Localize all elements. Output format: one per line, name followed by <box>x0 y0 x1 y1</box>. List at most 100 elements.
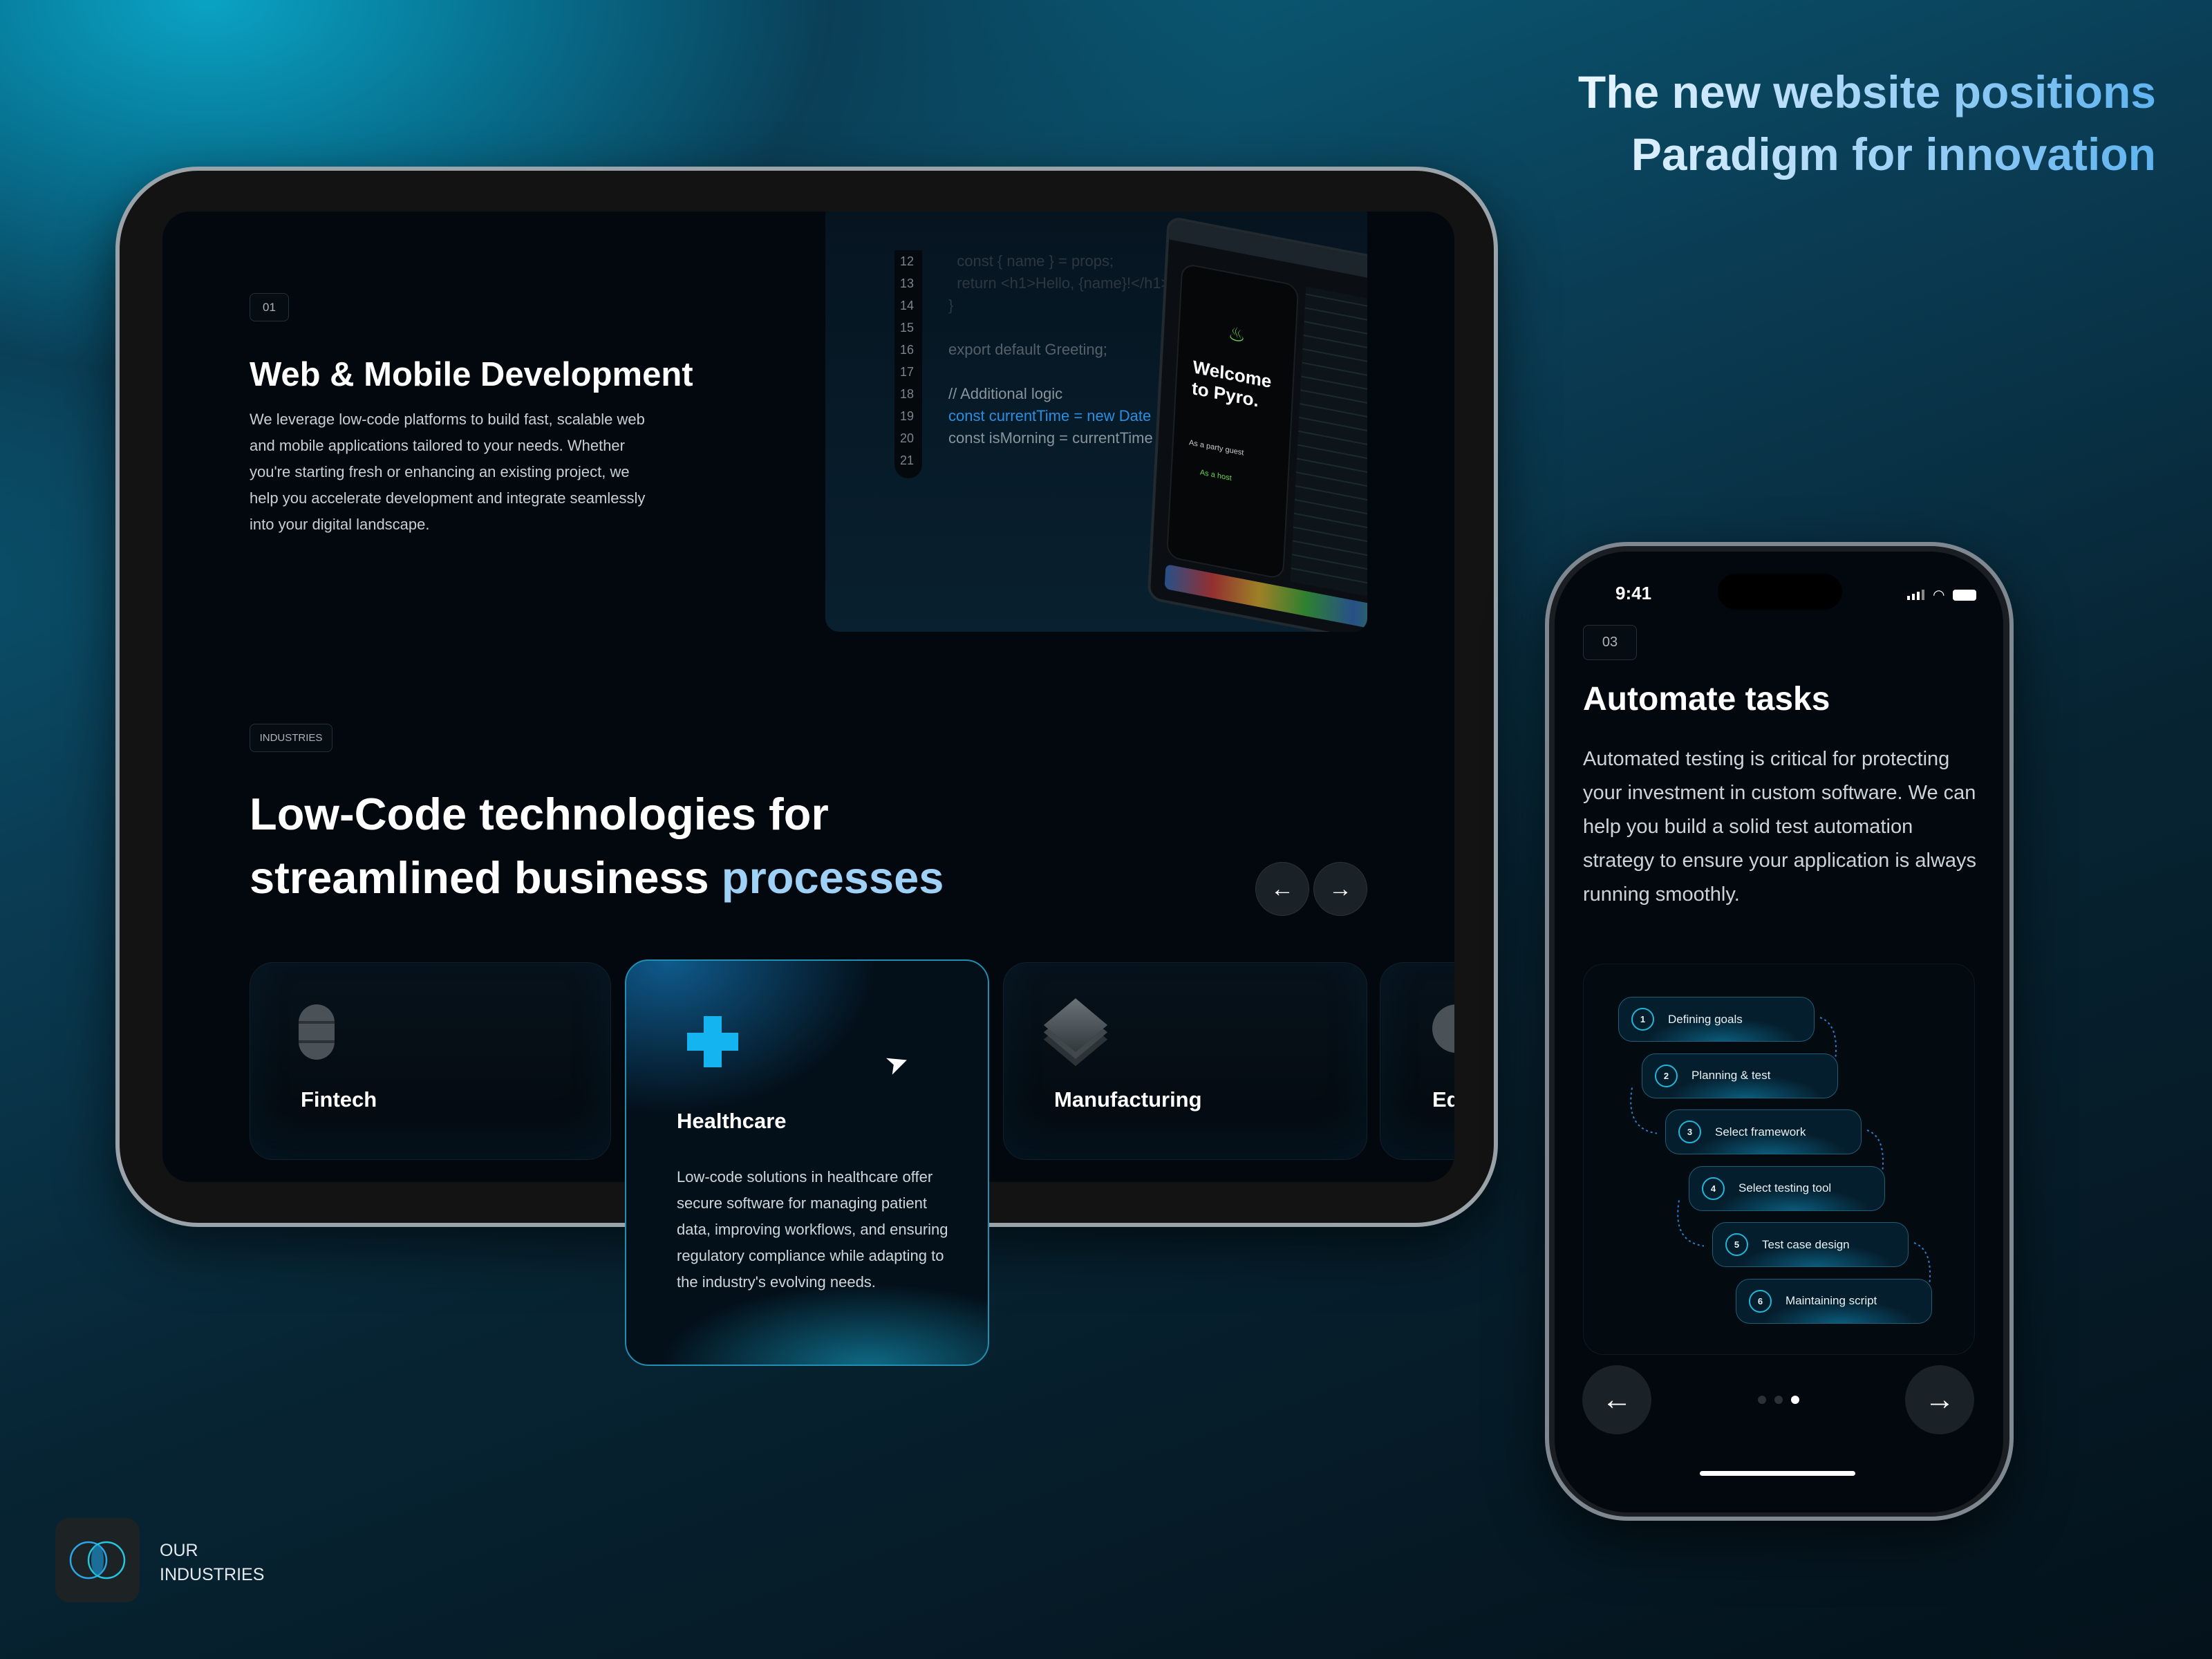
laptop-option: As a party guest <box>1188 438 1244 458</box>
code-line: const currentTime = new Date <box>948 407 1152 424</box>
status-time: 9:41 <box>1615 583 1652 603</box>
card-title: Manufacturing <box>1054 1087 1202 1112</box>
line-number: 20 <box>899 431 915 445</box>
industry-card-healthcare[interactable]: Healthcare Low-code solutions in healthc… <box>625 959 989 1366</box>
phone-prev-button[interactable]: ← <box>1582 1365 1651 1434</box>
step-item: 2 Planning & test <box>1642 1053 1838 1098</box>
step-number: 4 <box>1702 1177 1725 1200</box>
service-description: We leverage low-code platforms to build … <box>250 411 646 533</box>
headline-text: Paradigm for <box>1631 129 1926 180</box>
flame-icon: ♨ <box>1227 322 1246 347</box>
code-line: export default Greeting; <box>948 341 1107 358</box>
line-numbers: 12 13 14 15 16 17 18 19 20 21 <box>894 250 922 478</box>
steps-panel: 1 Defining goals 2 Planning & test 3 Select f… <box>1583 964 1975 1355</box>
line-number: 15 <box>899 321 915 335</box>
arrow-left-icon: ← <box>1602 1382 1632 1416</box>
step-number: 2 <box>1655 1064 1678 1087</box>
step-number: 6 <box>1749 1289 1772 1313</box>
service-number-badge: 01 <box>250 293 289 321</box>
card-title: Ed <box>1432 1087 1454 1112</box>
code-line: const isMorning = currentTime <box>948 429 1153 447</box>
dynamic-island <box>1718 574 1842 610</box>
wifi-icon: ◠ <box>1933 588 1945 603</box>
phone-title: Automate tasks <box>1583 681 1830 718</box>
headline-text: The new website <box>1577 66 1953 118</box>
status-icons: ◠ <box>1907 586 1977 603</box>
footer-label: OUR INDUSTRIES <box>160 1539 264 1587</box>
home-indicator <box>1700 1471 1855 1476</box>
laptop-image: ♨ Welcome to Pyro. As a party guest As a… <box>1147 215 1367 632</box>
step-label: Select framework <box>1715 1125 1806 1138</box>
line-number: 14 <box>899 299 915 312</box>
line-number: 12 <box>899 254 915 268</box>
footer-line: OUR <box>160 1541 198 1560</box>
step-number: 5 <box>1725 1233 1748 1256</box>
card-description: Low-code solutions in healthcare offer s… <box>677 1168 948 1291</box>
code-line: const { name } = props; <box>948 252 1114 270</box>
step-label: Maintaining script <box>1785 1294 1877 1307</box>
code-line: // Additional logic <box>948 385 1063 402</box>
step-item: 4 Select testing tool <box>1689 1165 1885 1211</box>
pagination-dot[interactable] <box>1774 1396 1783 1404</box>
industry-card-fintech[interactable]: Fintech <box>250 962 611 1160</box>
pagination-dots <box>1758 1396 1799 1404</box>
step-number-badge: 03 <box>1583 625 1637 660</box>
headline: The new website positions Paradigm for i… <box>1578 61 2156 185</box>
phone-screen: 9:41 ◠ 03 Automate tasks Automated testi… <box>1555 552 2003 1512</box>
code-preview: 12 13 14 15 16 17 18 19 20 21 const { name } = pr… <box>825 212 1367 632</box>
footer-line: INDUSTRIES <box>160 1565 265 1584</box>
card-title: Fintech <box>301 1087 377 1112</box>
card-title: Healthcare <box>677 1109 787 1133</box>
heading-line: Low-Code technologies for <box>250 789 829 839</box>
line-number: 21 <box>899 453 915 467</box>
arrow-left-icon: ← <box>1271 875 1294 902</box>
pagination-dot[interactable] <box>1791 1396 1799 1404</box>
carousel-next-button[interactable]: → <box>1313 862 1367 916</box>
headline-text: positions <box>1953 66 2156 118</box>
step-item: 6 Maintaining script <box>1736 1278 1932 1324</box>
heading-highlight: processes <box>721 852 944 903</box>
step-item: 1 Defining goals <box>1618 997 1815 1042</box>
signal-icon <box>1907 590 1924 600</box>
carousel-prev-button[interactable]: ← <box>1255 862 1309 916</box>
industries-badge: INDUSTRIES <box>250 724 332 752</box>
phone-description: Automated testing is critical for protec… <box>1583 748 1977 906</box>
line-number: 17 <box>899 365 915 379</box>
step-label: Planning & test <box>1691 1069 1771 1082</box>
step-item: 5 Test case design <box>1712 1222 1909 1267</box>
industries-logo <box>55 1518 140 1602</box>
coin-stack-icon <box>299 1004 335 1060</box>
step-number: 3 <box>1678 1121 1701 1143</box>
sphere-icon <box>1432 1004 1454 1053</box>
step-label: Select testing tool <box>1738 1181 1832 1194</box>
service-title: Web & Mobile Development <box>250 356 693 393</box>
step-item: 3 Select framework <box>1665 1109 1862 1154</box>
step-label: Test case design <box>1762 1237 1850 1251</box>
mouse-cursor-icon: ➤ <box>881 1044 914 1082</box>
code-lines: const { name } = props; return <h1>Hello… <box>948 250 1174 471</box>
industry-card-manufacturing[interactable]: Manufacturing <box>1003 962 1367 1160</box>
line-number: 16 <box>899 343 915 357</box>
line-number: 18 <box>899 387 915 401</box>
headline-text: innovation <box>1925 129 2156 180</box>
code-line: return <h1>Hello, {name}!</h1>; <box>948 274 1174 292</box>
line-number: 19 <box>899 409 915 423</box>
arrow-right-icon: → <box>1329 875 1352 902</box>
phone-next-button[interactable]: → <box>1905 1365 1974 1434</box>
heading-line: streamlined business <box>250 852 722 903</box>
code-line: } <box>948 297 954 314</box>
battery-icon <box>1953 589 1977 601</box>
industry-card-education[interactable]: Ed <box>1380 962 1454 1160</box>
medical-cross-icon <box>687 1016 738 1067</box>
pagination-dot[interactable] <box>1758 1396 1766 1404</box>
layers-icon <box>1043 998 1108 1052</box>
step-label: Defining goals <box>1668 1012 1743 1026</box>
line-number: 13 <box>899 276 915 290</box>
laptop-option: As a host <box>1199 468 1232 483</box>
laptop-welcome-text: Welcome to Pyro. <box>1191 356 1273 411</box>
arrow-right-icon: → <box>1924 1382 1955 1416</box>
step-number: 1 <box>1631 1008 1654 1031</box>
